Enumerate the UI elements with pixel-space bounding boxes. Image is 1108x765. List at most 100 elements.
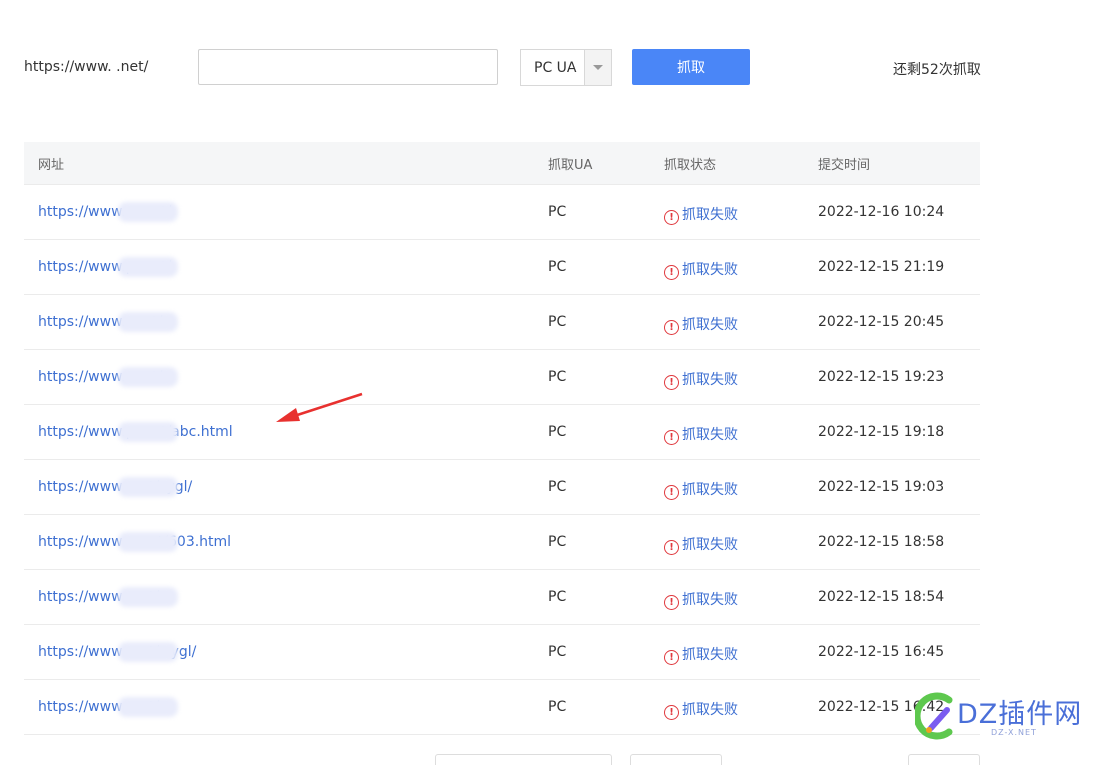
- ua-cell: PC: [548, 589, 567, 605]
- url-cell: https://www. .net/: [38, 312, 178, 332]
- table-row: https://www .net/PC! 抓取失败 2022-12-15 16:42: [24, 680, 980, 735]
- url-cell: https://www.p .net/: [38, 257, 178, 277]
- table-row: https://www. .net/PC! 抓取失败 2022-12-15 20:4…: [24, 295, 980, 350]
- ua-cell: PC: [548, 479, 567, 495]
- error-circle-icon: !: [664, 595, 679, 610]
- redaction-blur: [118, 532, 178, 552]
- url-cell: https://www .net/: [38, 587, 178, 607]
- header-url: 网址: [38, 158, 65, 173]
- status-label: 抓取失败: [682, 537, 738, 553]
- status-cell[interactable]: ! 抓取失败: [664, 644, 738, 665]
- status-label: 抓取失败: [682, 317, 738, 333]
- watermark-text: DZ插件网: [957, 699, 1083, 730]
- url-path-input[interactable]: [198, 49, 498, 85]
- redaction-blur: [118, 312, 178, 332]
- status-cell[interactable]: ! 抓取失败: [664, 424, 738, 445]
- table-row: https://www.p .net/abc.html PC ! 抓取失败 2022-1…: [24, 405, 980, 460]
- status-label: 抓取失败: [682, 482, 738, 498]
- time-cell: 2022-12-15 20:45: [818, 314, 945, 330]
- status-label: 抓取失败: [682, 207, 738, 223]
- ua-cell: PC: [548, 424, 567, 440]
- redaction-blur: [118, 257, 178, 277]
- status-cell[interactable]: ! 抓取失败: [664, 479, 738, 500]
- error-circle-icon: !: [664, 265, 679, 280]
- redaction-blur: [118, 202, 178, 222]
- dz-watermark-logo: DZ插件网 DZ-X.NET: [915, 688, 1095, 748]
- error-circle-icon: !: [664, 210, 679, 225]
- header-ua: 抓取UA: [548, 158, 593, 173]
- time-cell: 2022-12-15 21:19: [818, 259, 945, 275]
- dz-logo-icon: [915, 692, 953, 740]
- table-row: https://www n.net/603.html PC! 抓取失败 2022-12…: [24, 515, 980, 570]
- fetch-toolbar: https://www. .net/ PC UA 抓取 还剩52次抓取: [0, 0, 1108, 120]
- redaction-blur: [118, 477, 178, 497]
- ua-cell: PC: [548, 699, 567, 715]
- fetch-button[interactable]: 抓取: [632, 49, 750, 85]
- status-cell[interactable]: ! 抓取失败: [664, 369, 738, 390]
- status-cell[interactable]: ! 抓取失败: [664, 589, 738, 610]
- status-label: 抓取失败: [682, 427, 738, 443]
- table-row: https://www .net/PC! 抓取失败 2022-12-15 18:54: [24, 570, 980, 625]
- time-cell: 2022-12-15 19:23: [818, 369, 945, 385]
- url-cell: https://www. n.net/: [38, 202, 178, 222]
- pagination-control[interactable]: [435, 754, 612, 765]
- pagination-control[interactable]: [908, 754, 980, 765]
- table-row: https://www. n.net/PC! 抓取失败 2022-12-16 10:…: [24, 185, 980, 240]
- status-label: 抓取失败: [682, 372, 738, 388]
- error-circle-icon: !: [664, 320, 679, 335]
- ua-cell: PC: [548, 534, 567, 550]
- url-cell: https://www .net/wygl/: [38, 642, 196, 662]
- red-arrow-annotation: [276, 392, 363, 422]
- redaction-blur: [118, 422, 178, 442]
- header-status: 抓取状态: [664, 158, 717, 173]
- status-label: 抓取失败: [682, 647, 738, 663]
- time-cell: 2022-12-15 18:58: [818, 534, 945, 550]
- table-row: https://www .net/wygl/PC!抓取失败2022-12-15 …: [24, 625, 980, 680]
- ua-cell: PC: [548, 369, 567, 385]
- ua-cell: PC: [548, 204, 567, 220]
- fetch-history-table: 网址 抓取UA 抓取状态 提交时间 https://www. n.net/PC!…: [24, 142, 980, 735]
- status-cell[interactable]: ! 抓取失败: [664, 699, 738, 720]
- table-body: https://www. n.net/PC! 抓取失败 2022-12-16 10:…: [24, 185, 980, 735]
- error-circle-icon: !: [664, 540, 679, 555]
- error-circle-icon: !: [664, 705, 679, 720]
- status-label: 抓取失败: [682, 592, 738, 608]
- table-row: https://www.p .net/PC! 抓取失败 2022-12-15 21:…: [24, 240, 980, 295]
- time-cell: 2022-12-16 10:24: [818, 204, 945, 220]
- error-circle-icon: !: [664, 650, 679, 665]
- url-cell: https://www .net/sygl/: [38, 477, 192, 497]
- ua-cell: PC: [548, 259, 567, 275]
- redaction-blur: [118, 697, 178, 717]
- watermark-subtext: DZ-X.NET: [991, 728, 1037, 737]
- time-cell: 2022-12-15 18:54: [818, 589, 945, 605]
- table-header: 网址 抓取UA 抓取状态 提交时间: [24, 142, 980, 185]
- header-time: 提交时间: [818, 158, 871, 173]
- url-cell: https://www n.net/603.html: [38, 532, 231, 552]
- status-cell[interactable]: ! 抓取失败: [664, 314, 738, 335]
- url-cell: https://www .net/: [38, 697, 178, 717]
- pagination-control[interactable]: [630, 754, 722, 765]
- ua-cell: PC: [548, 314, 567, 330]
- redaction-blur: [118, 587, 178, 607]
- status-label: 抓取失败: [682, 702, 738, 718]
- url-prefix-label: https://www. .net/: [24, 59, 149, 75]
- chevron-down-icon[interactable]: [584, 50, 611, 85]
- ua-select-value: PC UA: [534, 60, 577, 76]
- error-circle-icon: !: [664, 375, 679, 390]
- status-label: 抓取失败: [682, 262, 738, 278]
- time-cell: 2022-12-15 19:03: [818, 479, 945, 495]
- redaction-blur: [118, 642, 178, 662]
- url-cell: https://www.p .net/abc.html: [38, 422, 233, 442]
- error-circle-icon: !: [664, 485, 679, 500]
- status-cell[interactable]: ! 抓取失败: [664, 259, 738, 280]
- status-cell[interactable]: ! 抓取失败: [664, 204, 738, 225]
- ua-cell: PC: [548, 644, 567, 660]
- table-row: https://www. .net/PC! 抓取失败 2022-12-15 19:2…: [24, 350, 980, 405]
- time-cell: 2022-12-15 19:18: [818, 424, 945, 440]
- status-cell[interactable]: ! 抓取失败: [664, 534, 738, 555]
- redaction-blur: [118, 367, 178, 387]
- remaining-count-text: 还剩52次抓取: [893, 62, 981, 78]
- url-cell: https://www. .net/: [38, 367, 178, 387]
- table-row: https://www .net/sygl/PC! 抓取失败 2022-12-15 …: [24, 460, 980, 515]
- ua-select[interactable]: PC UA: [520, 49, 612, 86]
